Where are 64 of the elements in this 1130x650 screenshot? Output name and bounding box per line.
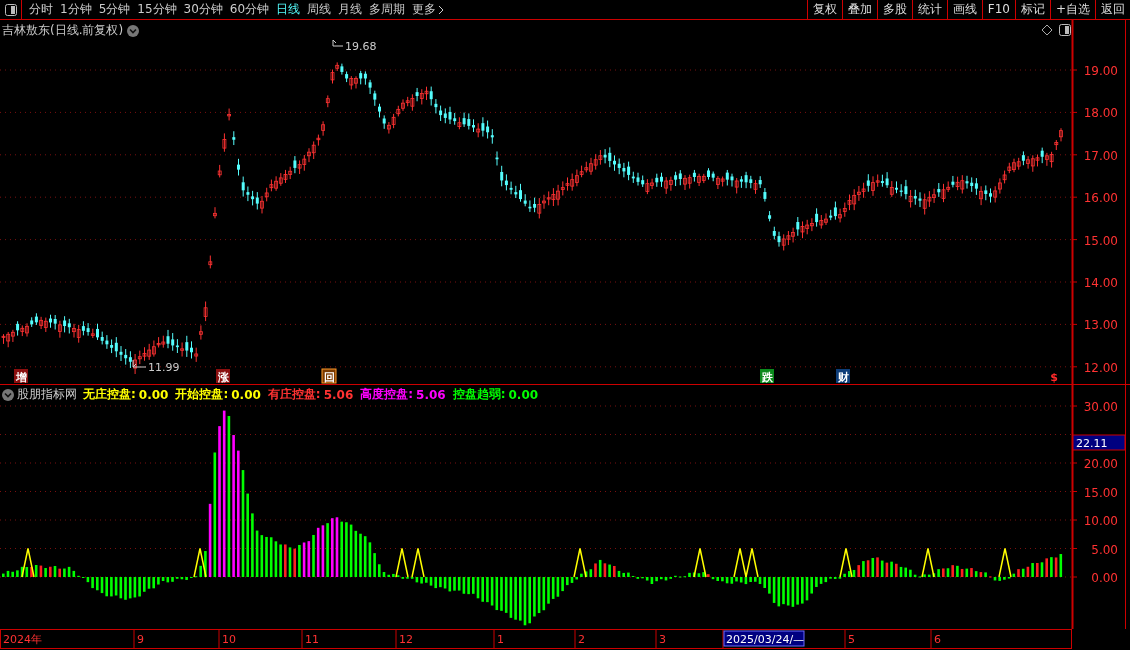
- high-price-label: 19.68: [345, 40, 377, 53]
- axis-label: 20.00: [1083, 457, 1118, 471]
- period-tab[interactable]: 分时: [29, 0, 53, 19]
- period-tab[interactable]: 更多: [412, 0, 437, 19]
- period-tab[interactable]: 5分钟: [98, 0, 131, 19]
- axis-label: 17.00: [1083, 148, 1118, 163]
- axis-label: 18.00: [1083, 106, 1118, 121]
- period-tab[interactable]: 月线: [338, 0, 363, 19]
- axis-label: 15.00: [1083, 233, 1118, 248]
- axis-label: 0.00: [1091, 571, 1118, 585]
- signal-marker: $: [1050, 371, 1058, 384]
- date-label: 5: [848, 633, 855, 646]
- axis-label: 5.00: [1091, 542, 1118, 557]
- period-tab[interactable]: 1分钟: [60, 0, 92, 19]
- diamond-icon[interactable]: [1041, 24, 1053, 36]
- low-price-label: 11.99: [148, 361, 180, 374]
- date-label: 9: [137, 633, 144, 646]
- chevron-right-icon[interactable]: [438, 4, 445, 15]
- date-label: 12: [399, 633, 413, 646]
- leader-line: [132, 359, 147, 368]
- axis-label: 13.00: [1083, 318, 1118, 333]
- signal-marker: 回: [321, 368, 337, 384]
- legend-value: 0.00: [508, 387, 539, 402]
- legend-value: 5.06: [416, 387, 446, 402]
- chevron-down-icon[interactable]: [2, 388, 14, 401]
- stock-title: 吉林敖东(日线.前复权): [2, 22, 124, 39]
- period-tab[interactable]: 多周期: [369, 0, 406, 19]
- cursor-value-label: 22.11: [1072, 434, 1126, 451]
- signal-marker: 财: [836, 369, 850, 384]
- legend-value: 0.00: [231, 387, 261, 402]
- axis-label: 12.00: [1083, 360, 1118, 375]
- axis-label: 10.00: [1083, 514, 1118, 528]
- date-label: 6: [934, 633, 941, 646]
- axis-label: 30.00: [1083, 400, 1118, 414]
- date-label: 10: [222, 633, 236, 646]
- date-cursor-label: 2025/03/24/—: [723, 630, 805, 647]
- axis-label: 19.00: [1083, 64, 1118, 78]
- date-label: 2: [578, 633, 585, 646]
- period-tab[interactable]: 周线: [307, 0, 332, 19]
- signal-marker: 涨: [216, 369, 230, 384]
- indicator-name: 股朋指标网: [17, 386, 77, 403]
- legend-label: 有庄控盘:: [267, 386, 321, 403]
- date-label: 11: [305, 633, 319, 646]
- date-label: 3: [659, 633, 666, 646]
- legend-label: 控盘趋弱:: [452, 386, 506, 403]
- legend-value: 0.00: [138, 387, 169, 402]
- period-tab[interactable]: 15分钟: [137, 0, 177, 19]
- panel-toggle-icon[interactable]: [1059, 24, 1071, 36]
- period-tab[interactable]: 日线: [276, 0, 301, 19]
- legend-label: 高度控盘:: [360, 386, 414, 403]
- chevron-down-icon[interactable]: [127, 24, 140, 37]
- axis-label: 15.00: [1083, 485, 1118, 500]
- date-label: 1: [497, 633, 504, 646]
- legend-label: 开始控盘:: [175, 386, 229, 403]
- period-tab[interactable]: 60分钟: [229, 0, 270, 19]
- axis-label: 14.00: [1083, 276, 1118, 290]
- signal-marker: 增: [14, 369, 28, 384]
- date-label: 2024年: [3, 633, 42, 646]
- period-tab[interactable]: 30分钟: [183, 0, 223, 19]
- signal-marker: 跌: [760, 369, 774, 384]
- axis-label: 16.00: [1083, 191, 1118, 206]
- legend-label: 无庄控盘:: [83, 386, 136, 403]
- legend-value: 5.06: [323, 387, 354, 402]
- leader-line: [332, 39, 344, 47]
